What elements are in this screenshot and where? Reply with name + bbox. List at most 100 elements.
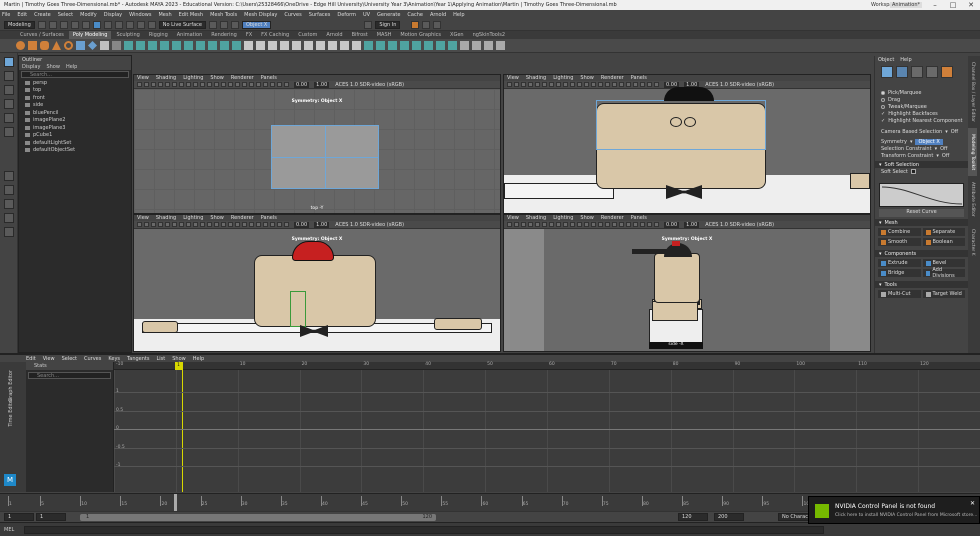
- viewport-menu-panels[interactable]: Panels: [261, 215, 277, 221]
- transfer-attr-icon[interactable]: [460, 41, 469, 50]
- outliner-item-side[interactable]: side: [19, 102, 131, 110]
- shelf-tab-mash[interactable]: MASH: [373, 31, 396, 39]
- tab-modeling-toolkit[interactable]: Modeling Toolkit: [968, 127, 977, 177]
- falloff-curve-graph[interactable]: [879, 183, 964, 207]
- viewport-persp[interactable]: View Shading Lighting Show Renderer Panels 0.…: [503, 74, 871, 214]
- sew-uv-icon[interactable]: [412, 41, 421, 50]
- viewport-top[interactable]: View Shading Lighting Show Renderer Panels 0.…: [133, 74, 501, 214]
- option-tweak-marquee[interactable]: Tweak/Marquee: [875, 103, 968, 110]
- menu-file[interactable]: File: [2, 12, 10, 18]
- viewport-menu-shading[interactable]: Shading: [526, 75, 546, 81]
- poly-cone-icon[interactable]: [52, 41, 61, 50]
- graph-playhead[interactable]: [182, 362, 184, 492]
- save-scene-icon[interactable]: [59, 20, 68, 29]
- bridge-icon[interactable]: [196, 41, 205, 50]
- multi-cut-icon[interactable]: [244, 41, 253, 50]
- svg-icon[interactable]: [112, 41, 121, 50]
- graph-search-input[interactable]: Search...: [28, 372, 111, 379]
- render-settings-icon[interactable]: [411, 20, 420, 29]
- shelf-tab-poly-modeling[interactable]: Poly Modeling: [68, 31, 112, 39]
- scale-tool-icon[interactable]: [4, 127, 14, 137]
- boolean-button[interactable]: Boolean: [922, 238, 965, 246]
- outliner-search-input[interactable]: Search...: [21, 71, 129, 78]
- append-icon[interactable]: [232, 41, 241, 50]
- outliner-item-defaultobjectset[interactable]: defaultObjectSet: [19, 147, 131, 155]
- viewport-menu-renderer[interactable]: Renderer: [601, 215, 624, 221]
- bridge-button[interactable]: Bridge: [878, 269, 921, 277]
- boolean-icon[interactable]: [160, 41, 169, 50]
- range-start-field[interactable]: 1: [36, 513, 66, 521]
- current-frame-marker[interactable]: 1: [175, 362, 182, 370]
- merge-icon[interactable]: [292, 41, 301, 50]
- command-input[interactable]: [24, 525, 825, 534]
- poly-cube-icon[interactable]: [28, 41, 37, 50]
- four-pane-icon[interactable]: [4, 185, 14, 195]
- outliner-item-defaultlightset[interactable]: defaultLightSet: [19, 139, 131, 147]
- poly-disc-icon[interactable]: [88, 41, 97, 50]
- poke-icon[interactable]: [328, 41, 337, 50]
- time-slider-head[interactable]: [174, 494, 177, 511]
- menu-edit[interactable]: Edit: [17, 12, 27, 18]
- outliner-item-imageplane2[interactable]: imagePlane2: [19, 117, 131, 125]
- outliner-item-persp[interactable]: persp: [19, 79, 131, 87]
- target-weld-button[interactable]: Target Weld: [922, 290, 965, 298]
- menu-set-dropdown[interactable]: Modeling: [4, 20, 35, 29]
- shelf-tab-custom[interactable]: Custom: [294, 31, 321, 39]
- side-by-side-icon[interactable]: [4, 199, 14, 209]
- shelf-tab-motion-graphics[interactable]: Motion Graphics: [396, 31, 445, 39]
- viewport-menu-lighting[interactable]: Lighting: [183, 215, 203, 221]
- viewport-menu-shading[interactable]: Shading: [156, 215, 176, 221]
- select-object-icon[interactable]: [103, 20, 112, 29]
- snap-grid-icon[interactable]: [125, 20, 134, 29]
- menu-deform[interactable]: Deform: [337, 12, 356, 18]
- auto-map-icon[interactable]: [388, 41, 397, 50]
- viewport-front[interactable]: View Shading Lighting Show Renderer Panels 0.…: [133, 214, 501, 352]
- vertex-mode-icon[interactable]: [896, 66, 908, 78]
- target-weld-icon[interactable]: [280, 41, 289, 50]
- poly-torus-icon[interactable]: [64, 41, 73, 50]
- menu-select[interactable]: Select: [58, 12, 73, 18]
- viewport-menu-lighting[interactable]: Lighting: [553, 215, 573, 221]
- symmetry-dropdown[interactable]: Object X: [242, 20, 272, 29]
- normals-icon[interactable]: [448, 41, 457, 50]
- collapse-icon[interactable]: [304, 41, 313, 50]
- select-tool-icon[interactable]: [4, 57, 14, 67]
- menu-edit-mesh[interactable]: Edit Mesh: [179, 12, 203, 18]
- workspace-dropdown[interactable]: Animation*: [890, 2, 922, 8]
- shelf-tab-fx-caching[interactable]: FX Caching: [257, 31, 293, 39]
- combine-icon[interactable]: [124, 41, 133, 50]
- edge-mode-icon[interactable]: [911, 66, 923, 78]
- menu-mesh-tools[interactable]: Mesh Tools: [210, 12, 237, 18]
- shelf-tab-fx[interactable]: FX: [242, 31, 256, 39]
- shelf-tab-rigging[interactable]: Rigging: [145, 31, 172, 39]
- tab-character[interactable]: Character K: [968, 223, 977, 262]
- viewport-menu-show[interactable]: Show: [580, 75, 594, 81]
- multi-cut-button[interactable]: Multi-Cut: [878, 290, 921, 298]
- face-mode-icon[interactable]: [926, 66, 938, 78]
- undo-icon[interactable]: [70, 20, 79, 29]
- shelf-tab-sculpting[interactable]: Sculpting: [112, 31, 143, 39]
- history-icon[interactable]: [209, 20, 217, 29]
- toolkit-menu-object[interactable]: Object: [878, 57, 894, 63]
- offset-edge-icon[interactable]: [268, 41, 277, 50]
- viewport-menu-shading[interactable]: Shading: [156, 75, 176, 81]
- transform-constraint-row[interactable]: Transform Constraint ▾ Off: [875, 152, 968, 159]
- combine-button[interactable]: Combine: [878, 228, 921, 236]
- viewport-menu-view[interactable]: View: [137, 215, 149, 221]
- viewport-menu-lighting[interactable]: Lighting: [183, 75, 203, 81]
- crease-icon[interactable]: [352, 41, 361, 50]
- menu-help[interactable]: Help: [453, 12, 464, 18]
- menu-modify[interactable]: Modify: [80, 12, 97, 18]
- viewport-menu-renderer[interactable]: Renderer: [231, 215, 254, 221]
- select-hierarchy-icon[interactable]: [92, 20, 101, 29]
- outliner-menu-help[interactable]: Help: [66, 64, 77, 70]
- render-icon[interactable]: [220, 20, 228, 29]
- viewport-menu-lighting[interactable]: Lighting: [553, 75, 573, 81]
- bevel-icon[interactable]: [208, 41, 217, 50]
- open-scene-icon[interactable]: [48, 20, 57, 29]
- shelf-tab-bifrost[interactable]: Bifrost: [348, 31, 372, 39]
- center-pivot-icon[interactable]: [496, 41, 505, 50]
- layout-uv-icon[interactable]: [436, 41, 445, 50]
- viewport-menu-view[interactable]: View: [507, 75, 519, 81]
- menu-surfaces[interactable]: Surfaces: [309, 12, 331, 18]
